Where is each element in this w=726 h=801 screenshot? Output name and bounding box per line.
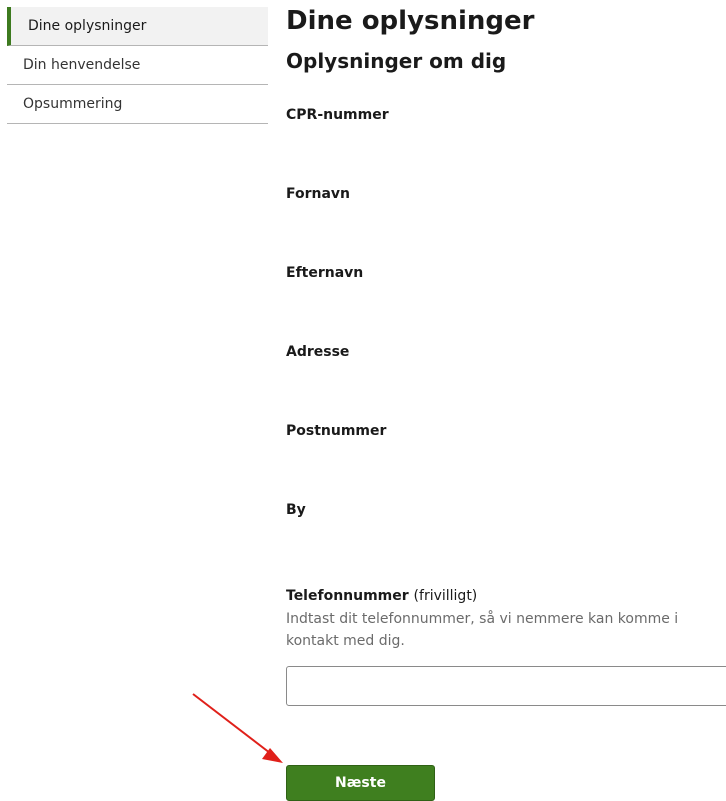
cpr-label: CPR-nummer [286,107,389,123]
sidebar-item-dine-oplysninger[interactable]: Dine oplysninger [7,7,268,46]
phone-optional-text: (frivilligt) [413,588,478,604]
phone-help-text: Indtast dit telefonnummer, så vi nemmere… [286,611,679,649]
efternavn-label: Efternavn [286,265,364,281]
phone-label: Telefonnummer (frivilligt) [286,588,726,604]
sidebar-item-opsummering[interactable]: Opsummering [7,85,268,124]
section-title: Oplysninger om dig [286,49,507,73]
postnummer-label: Postnummer [286,423,387,439]
sidebar-item-din-henvendelse[interactable]: Din henvendelse [7,46,268,85]
phone-input[interactable] [286,666,726,706]
sidebar-item-label: Dine oplysninger [28,18,147,34]
annotation-arrow-line [192,693,271,754]
page-title: Dine oplysninger [286,6,535,36]
sidebar-item-label: Din henvendelse [23,57,141,73]
fornavn-label: Fornavn [286,186,351,202]
sidebar-nav: Dine oplysninger Din henvendelse Opsumme… [7,7,268,124]
sidebar-item-label: Opsummering [23,96,123,112]
next-button[interactable]: Næste [286,765,435,801]
by-label: By [286,502,306,518]
phone-label-text: Telefonnummer [286,588,409,604]
annotation-arrow-head [262,748,283,763]
adresse-label: Adresse [286,344,350,360]
phone-field-group: Telefonnummer (frivilligt) Indtast dit t… [286,588,726,652]
